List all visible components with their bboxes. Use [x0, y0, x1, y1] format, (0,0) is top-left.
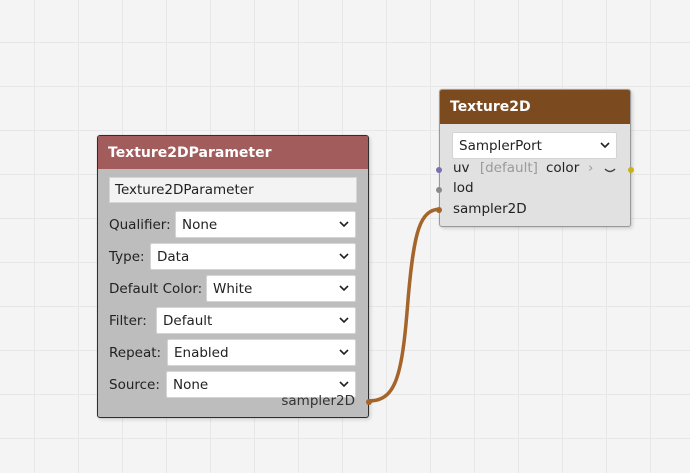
uv-input-label: uv [default]: [453, 160, 538, 176]
chevron-down-icon: [339, 253, 349, 260]
default-color-select[interactable]: White: [206, 275, 356, 302]
repeat-row: Repeat: Enabled: [109, 339, 356, 367]
qualifier-label: Qualifier:: [109, 217, 171, 233]
chevron-down-icon: [339, 381, 349, 388]
chevron-down-icon: [600, 142, 610, 149]
filter-value: Default: [163, 312, 213, 329]
chevron-down-icon: [339, 349, 349, 356]
default-color-value: White: [213, 280, 253, 297]
texture2dparameter-node[interactable]: Texture2DParameter Texture2DParameter Qu…: [97, 135, 372, 418]
qualifier-value: None: [182, 216, 218, 233]
qualifier-row: Qualifier: None: [109, 211, 356, 239]
repeat-value: Enabled: [174, 344, 229, 361]
chevron-down-icon: [339, 221, 349, 228]
repeat-select[interactable]: Enabled: [167, 339, 356, 366]
uv-label: uv: [453, 160, 470, 176]
source-value: None: [173, 376, 209, 393]
type-value: Data: [157, 248, 190, 265]
color-output-label: color: [546, 160, 580, 176]
sampler2d-input-label: sampler2D: [453, 201, 527, 217]
default-color-row: Default Color: White: [109, 275, 356, 303]
lod-input-label: lod: [453, 180, 474, 196]
uv-default-value: [default]: [479, 160, 538, 176]
chevron-down-icon: [339, 285, 349, 292]
uv-input-port[interactable]: [436, 167, 442, 173]
sampler2d-output-label: sampler2D: [281, 393, 355, 409]
lod-input-port[interactable]: [436, 187, 442, 193]
chevron-right-icon[interactable]: ›: [588, 160, 593, 176]
sampler-port-select[interactable]: SamplerPort: [452, 132, 617, 159]
node-title[interactable]: Texture2DParameter: [98, 136, 368, 169]
filter-label: Filter:: [109, 313, 147, 329]
type-row: Type: Data: [109, 243, 356, 271]
chevron-down-icon: [339, 317, 349, 324]
sampler2d-input-port[interactable]: [436, 207, 442, 213]
sampler2d-output-port[interactable]: [366, 399, 372, 405]
chevron-down-icon[interactable]: [604, 167, 616, 175]
filter-row: Filter: Default: [109, 307, 356, 335]
source-label: Source:: [109, 377, 160, 393]
type-label: Type:: [109, 249, 145, 265]
type-select[interactable]: Data: [150, 243, 356, 270]
color-output-port[interactable]: [628, 167, 634, 173]
parameter-name-field[interactable]: Texture2DParameter: [109, 177, 357, 203]
default-color-label: Default Color:: [109, 281, 203, 297]
texture2d-node[interactable]: Texture2D SamplerPort uv [default] color…: [436, 89, 634, 227]
sampler-port-value: SamplerPort: [459, 137, 542, 154]
node-title[interactable]: Texture2D: [440, 90, 630, 124]
repeat-label: Repeat:: [109, 345, 162, 361]
qualifier-select[interactable]: None: [175, 211, 356, 238]
filter-select[interactable]: Default: [156, 307, 356, 334]
